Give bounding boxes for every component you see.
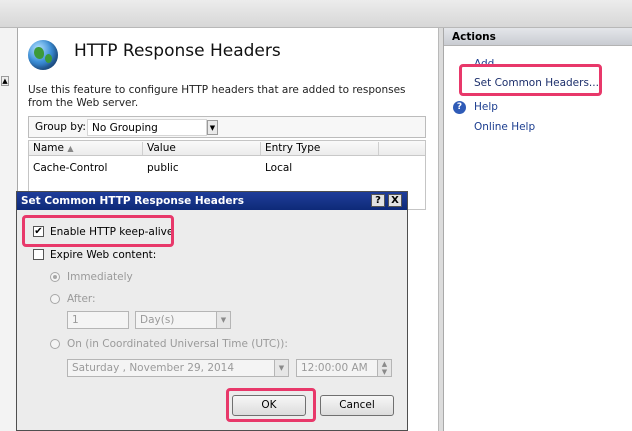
actions-header: Actions	[444, 28, 632, 46]
after-value-text: 1	[72, 314, 79, 326]
on-date-label: On (in Coordinated Universal Time (UTC))…	[67, 338, 288, 350]
chevron-down-icon[interactable]: ▼	[274, 360, 288, 376]
after-label: After:	[67, 293, 96, 305]
immediately-radio[interactable]	[50, 272, 60, 282]
chevron-down-icon[interactable]: ▼	[216, 312, 230, 328]
group-by-bar: Group by: No Grouping ▼	[28, 116, 426, 138]
group-by-value: No Grouping	[92, 122, 158, 134]
help-button[interactable]: ?	[371, 194, 385, 207]
chevron-down-icon[interactable]: ▼	[207, 120, 218, 135]
after-radio[interactable]	[50, 294, 60, 304]
column-header-entry-type[interactable]: Entry Type	[261, 142, 379, 155]
expire-content-checkbox[interactable]	[33, 249, 44, 260]
column-header-value[interactable]: Value	[143, 142, 261, 155]
date-picker[interactable]: Saturday , November 29, 2014 ▼	[67, 359, 289, 377]
dialog-titlebar: Set Common HTTP Response Headers ? X	[17, 192, 407, 210]
close-button[interactable]: X	[388, 194, 402, 207]
window-top-strip	[0, 0, 632, 28]
expire-content-label[interactable]: Expire Web content:	[50, 249, 156, 261]
spinner-arrows-icon[interactable]: ▲ ▼	[377, 360, 391, 376]
help-icon: ?	[453, 101, 466, 114]
after-unit-select[interactable]: Day(s) ▼	[135, 311, 231, 329]
after-unit-text: Day(s)	[140, 314, 175, 326]
globe-icon	[28, 40, 58, 70]
time-text: 12:00:00 AM	[301, 362, 368, 374]
cell-entry-type[interactable]: Local	[261, 162, 292, 174]
group-by-select[interactable]: No Grouping ▼	[87, 119, 218, 136]
scroll-arrow-icon[interactable]: ▲	[1, 76, 9, 86]
date-text: Saturday , November 29, 2014	[72, 362, 235, 374]
feature-description: Use this feature to configure HTTP heade…	[28, 84, 406, 109]
highlight-ok-button	[226, 388, 316, 422]
column-header-name[interactable]: Name ▲	[29, 142, 143, 155]
dialog-title: Set Common HTTP Response Headers	[21, 195, 244, 207]
help-link[interactable]: Help	[474, 101, 498, 113]
cancel-button[interactable]: Cancel	[320, 395, 394, 416]
on-date-radio[interactable]	[50, 339, 60, 349]
after-value-input[interactable]: 1	[67, 311, 129, 329]
cell-value[interactable]: public	[143, 162, 179, 174]
table-header: Name ▲ Value Entry Type	[29, 141, 425, 156]
page-title: HTTP Response Headers	[74, 41, 281, 61]
immediately-label: Immediately	[67, 271, 133, 283]
cell-name[interactable]: Cache-Control	[29, 162, 107, 174]
actions-header-label: Actions	[452, 31, 496, 43]
group-by-label: Group by:	[35, 121, 86, 133]
highlight-keepalive	[22, 215, 174, 247]
highlight-set-common-headers	[459, 64, 602, 96]
time-spinner[interactable]: 12:00:00 AM ▲ ▼	[296, 359, 392, 377]
online-help-link[interactable]: Online Help	[474, 121, 535, 133]
sort-asc-icon: ▲	[67, 144, 74, 153]
